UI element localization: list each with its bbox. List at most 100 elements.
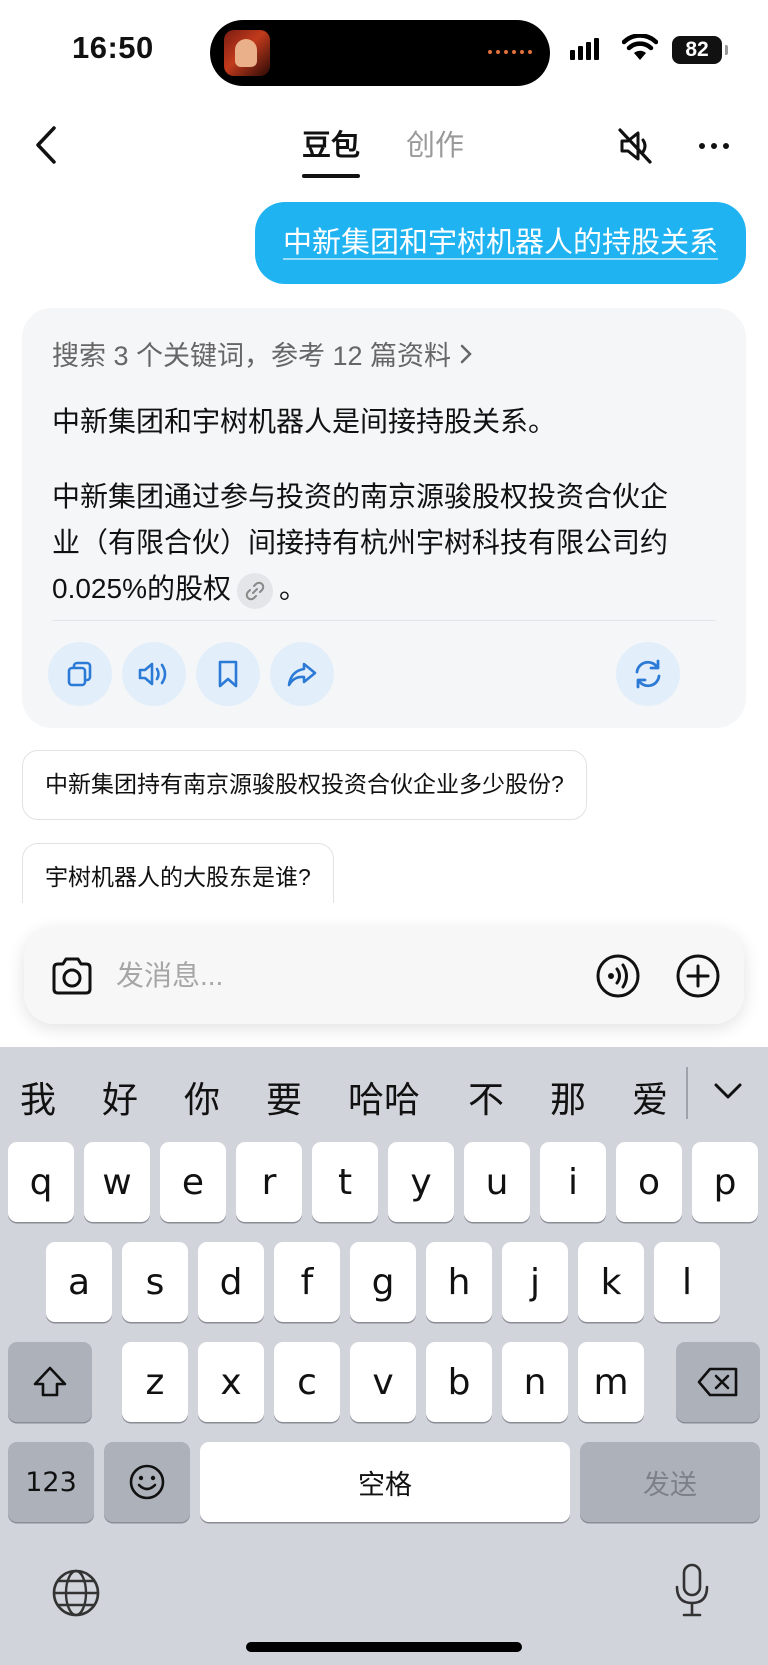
key-h[interactable]: h [426,1242,492,1322]
copy-button[interactable] [48,642,112,706]
candidate-word[interactable]: 那 [550,1071,586,1123]
key-u[interactable]: u [464,1142,530,1222]
back-button[interactable] [24,120,68,170]
suggested-question[interactable]: 中新集团持有南京源骏股权投资合伙企业多少股份? [22,750,587,820]
answer-paragraph-1: 中新集团和宇树机器人是间接持股关系。 [52,406,557,437]
mute-button[interactable] [614,124,658,168]
key-j[interactable]: j [502,1242,568,1322]
speaker-icon [138,662,167,686]
shift-arrow-icon [33,1366,67,1397]
candidate-word[interactable]: 你 [184,1071,220,1123]
message-input-bar [24,928,744,1024]
copy-icon [67,661,92,687]
key-o[interactable]: o [616,1142,682,1222]
key-a[interactable]: a [46,1242,112,1322]
battery-indicator: 82 [672,36,728,64]
answer-line: 0.025%的股权 [52,573,231,604]
answer-line-last: 0.025%的股权 。 [52,566,722,612]
status-time: 16:50 [72,30,154,65]
tab-create[interactable]: 创作 [406,122,464,164]
key-q[interactable]: q [8,1142,74,1222]
share-icon [287,662,317,687]
read-aloud-button[interactable] [122,642,186,706]
backspace-key[interactable] [676,1342,760,1422]
key-i[interactable]: i [540,1142,606,1222]
audio-waveform-icon [488,50,532,54]
chevron-down-icon [714,1083,742,1099]
status-bar: 16:50 82 [0,0,768,100]
answer-paragraph-2: 中新集团通过参与投资的南京源骏股权投资合伙企 业（有限合伙）间接持有杭州宇树科技… [52,474,722,612]
voice-wave-icon [596,954,640,998]
share-button[interactable] [270,642,334,706]
switch-keyboard-button[interactable] [50,1567,102,1619]
dictation-button[interactable] [670,1561,714,1621]
candidate-word[interactable]: 我 [20,1071,56,1123]
key-z[interactable]: z [122,1342,188,1422]
emoji-key[interactable] [104,1442,190,1522]
user-message-bubble[interactable]: 中新集团和宇树机器人的持股关系 [254,202,746,284]
chevron-right-icon [460,344,472,363]
suggested-question[interactable]: 宇树机器人的大股东是谁? [22,843,334,903]
key-n[interactable]: n [502,1342,568,1422]
top-navigation: 豆包 创作 [0,100,768,190]
cellular-signal-icon [570,38,599,60]
key-g[interactable]: g [350,1242,416,1322]
bookmark-icon [218,660,238,688]
shift-key[interactable] [8,1342,92,1422]
answer-line: 业（有限合伙）间接持有杭州宇树科技有限公司约 [52,527,669,558]
keyboard: 我 好 你 要 哈哈 不 那 爱 q w e r t y u i o p a s… [0,1047,768,1665]
key-l[interactable]: l [654,1242,720,1322]
key-p[interactable]: p [692,1142,758,1222]
key-d[interactable]: d [198,1242,264,1322]
candidate-bar: 我 好 你 要 哈哈 不 那 爱 [0,1047,768,1137]
tab-doubao[interactable]: 豆包 [302,122,361,178]
plus-circle-icon [676,954,720,998]
regenerate-icon [635,659,661,689]
home-indicator[interactable] [246,1642,522,1652]
key-t[interactable]: t [312,1142,378,1222]
candidate-word[interactable]: 好 [102,1071,138,1123]
globe-icon [52,1569,100,1617]
camera-icon [52,957,92,995]
answer-period: 。 [278,573,307,604]
key-m[interactable]: m [578,1342,644,1422]
candidate-word[interactable]: 哈哈 [348,1071,420,1123]
key-x[interactable]: x [198,1342,264,1422]
wifi-icon [622,34,658,60]
emoji-icon [129,1464,165,1500]
expand-candidates-button[interactable] [706,1069,750,1113]
dynamic-island[interactable] [210,20,550,86]
now-playing-artwork[interactable] [224,30,270,76]
key-r[interactable]: r [236,1142,302,1222]
microphone-icon [675,1563,709,1617]
citation-link-button[interactable] [236,572,273,609]
regenerate-button[interactable] [616,642,680,706]
message-input[interactable] [116,954,496,998]
send-key[interactable]: 发送 [580,1442,760,1522]
link-icon [245,581,265,600]
key-c[interactable]: c [274,1342,340,1422]
numbers-key[interactable]: 123 [8,1442,94,1522]
candidate-word[interactable]: 要 [266,1071,302,1123]
key-f[interactable]: f [274,1242,340,1322]
bookmark-button[interactable] [196,642,260,706]
candidate-word[interactable]: 爱 [632,1071,668,1123]
voice-call-button[interactable] [594,952,642,1000]
more-button[interactable] [692,124,736,168]
key-e[interactable]: e [160,1142,226,1222]
space-key[interactable]: 空格 [200,1442,570,1522]
key-w[interactable]: w [84,1142,150,1222]
key-k[interactable]: k [578,1242,644,1322]
more-dots-icon [699,143,705,149]
assistant-answer-card: 搜索 3 个关键词，参考 12 篇资料 中新集团和宇树机器人是间接持股关系。 中… [22,308,746,728]
key-y[interactable]: y [388,1142,454,1222]
card-divider [52,620,716,621]
key-s[interactable]: s [122,1242,188,1322]
key-b[interactable]: b [426,1342,492,1422]
key-v[interactable]: v [350,1342,416,1422]
candidate-word[interactable]: 不 [468,1071,504,1123]
search-sources-link[interactable]: 搜索 3 个关键词，参考 12 篇资料 [52,334,475,373]
camera-button[interactable] [48,952,96,1000]
add-attachment-button[interactable] [674,952,722,1000]
answer-line: 中新集团通过参与投资的南京源骏股权投资合伙企 [52,481,669,512]
